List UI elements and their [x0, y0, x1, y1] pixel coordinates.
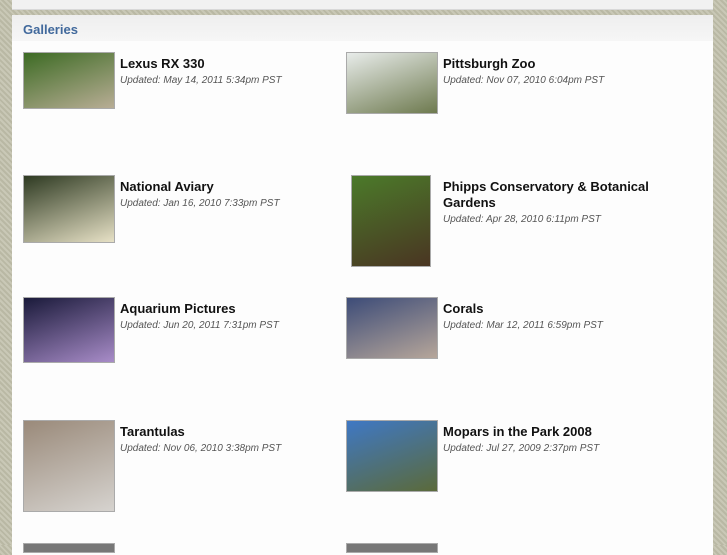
- gallery-updated-date: Updated: Jun 20, 2011 7:31pm PST: [120, 320, 279, 331]
- gallery-updated-date: Updated: Nov 06, 2010 3:38pm PST: [120, 443, 282, 454]
- gallery-updated-date: Updated: Nov 07, 2010 6:04pm PST: [443, 75, 605, 86]
- gallery-updated-date: Updated: Jan 16, 2010 7:33pm PST: [120, 198, 280, 209]
- top-bar: [12, 0, 713, 10]
- gallery-title-link[interactable]: Lexus RX 330: [120, 56, 340, 72]
- gallery-title-link[interactable]: Pittsburgh Zoo: [443, 56, 663, 72]
- gallery-title-link[interactable]: Aquarium Pictures: [120, 301, 340, 317]
- gallery-title-link[interactable]: Mopars in the Park 2008: [443, 424, 663, 440]
- gallery-thumbnail[interactable]: [346, 297, 438, 359]
- gallery-updated-date: Updated: Mar 12, 2011 6:59pm PST: [443, 320, 603, 331]
- gallery-title-link[interactable]: National Aviary: [120, 179, 340, 195]
- section-title: Galleries: [23, 22, 78, 37]
- gallery-thumbnail[interactable]: [23, 175, 115, 243]
- gallery-updated-date: Updated: Apr 28, 2010 6:11pm PST: [443, 214, 601, 225]
- gallery-updated-date: Updated: May 14, 2011 5:34pm PST: [120, 75, 282, 86]
- gallery-thumbnail[interactable]: [346, 420, 438, 492]
- gallery-thumbnail[interactable]: [23, 420, 115, 512]
- gallery-thumbnail[interactable]: [346, 52, 438, 114]
- gallery-thumbnail[interactable]: [351, 175, 431, 267]
- gallery-title-link[interactable]: Phipps Conservatory & Botanical Gardens: [443, 179, 663, 211]
- gallery-title-link[interactable]: Tarantulas: [120, 424, 340, 440]
- galleries-header: Galleries: [12, 15, 713, 41]
- gallery-title-link[interactable]: Corals: [443, 301, 663, 317]
- gallery-thumbnail[interactable]: [23, 52, 115, 109]
- gallery-updated-date: Updated: Jul 27, 2009 2:37pm PST: [443, 443, 600, 454]
- gallery-thumbnail[interactable]: [23, 297, 115, 363]
